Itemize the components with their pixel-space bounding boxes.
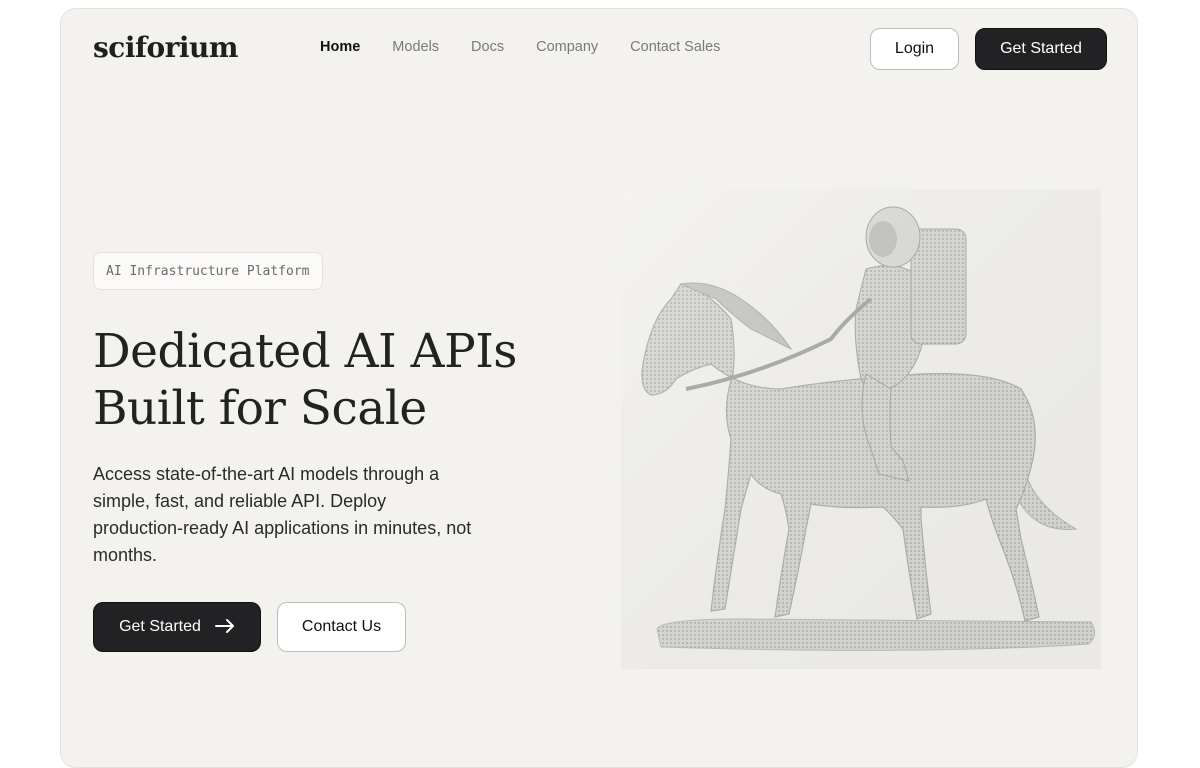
nav-home[interactable]: Home <box>320 39 360 55</box>
hero-title: Dedicated AI APIs Built for Scale <box>93 323 593 437</box>
contact-us-button[interactable]: Contact Us <box>277 602 406 652</box>
nav-docs[interactable]: Docs <box>471 39 504 55</box>
hero-title-line-2: Built for Scale <box>93 381 427 436</box>
get-started-header-button[interactable]: Get Started <box>975 28 1107 70</box>
arrow-right-icon <box>214 616 235 639</box>
get-started-hero-label: Get Started <box>119 618 201 635</box>
page-frame: sciforium Home Models Docs Company Conta… <box>60 8 1138 768</box>
astronaut-horse-image <box>621 189 1101 669</box>
hero-description: Access state-of-the-art AI models throug… <box>93 464 472 565</box>
login-button[interactable]: Login <box>870 28 959 70</box>
main-nav: Home Models Docs Company Contact Sales <box>320 39 752 55</box>
get-started-hero-button[interactable]: Get Started <box>93 602 261 652</box>
nav-models[interactable]: Models <box>392 39 439 55</box>
platform-badge: AI Infrastructure Platform <box>93 252 323 290</box>
logo[interactable]: sciforium <box>93 31 239 64</box>
nav-company[interactable]: Company <box>536 39 598 55</box>
nav-contact-sales[interactable]: Contact Sales <box>630 39 720 55</box>
hero-title-line-1: Dedicated AI APIs <box>93 324 517 379</box>
